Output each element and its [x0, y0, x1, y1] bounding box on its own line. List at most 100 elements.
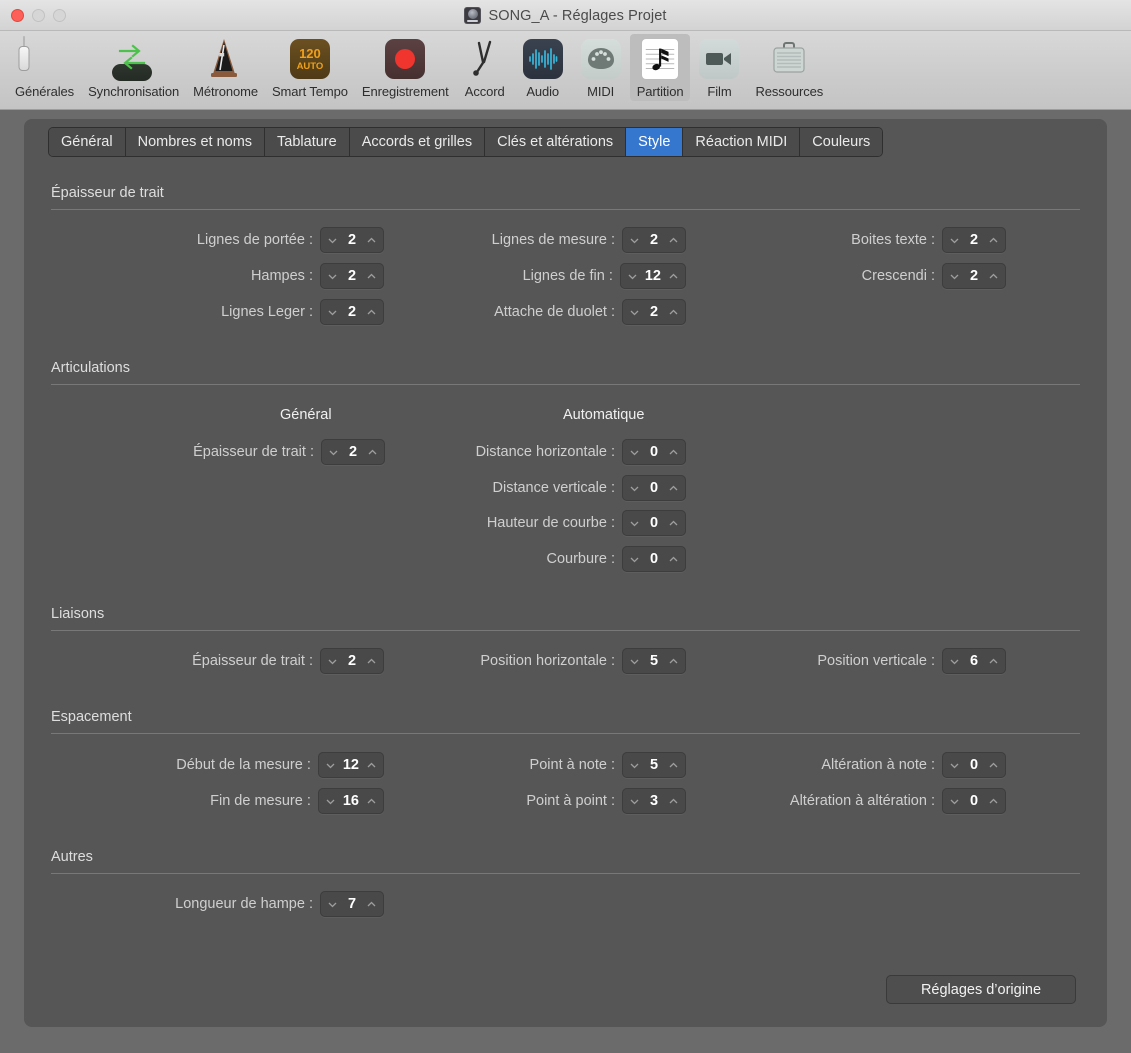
toolbar-item-metronome[interactable]: Métronome [186, 34, 265, 101]
chevron-up-icon[interactable] [366, 271, 377, 282]
tab-couleurs[interactable]: Couleurs [800, 128, 883, 156]
toolbar-item-ressources[interactable]: Ressources [748, 34, 830, 101]
chevron-down-icon[interactable] [949, 235, 960, 246]
chevron-down-icon[interactable] [629, 760, 640, 771]
chevron-down-icon[interactable] [327, 307, 338, 318]
close-button[interactable] [11, 8, 24, 22]
chevron-down-icon[interactable] [629, 483, 640, 494]
toolbar-item-synchronisation[interactable]: Synchronisation [81, 34, 186, 101]
chevron-up-icon[interactable] [366, 760, 377, 771]
stepper-end-lines[interactable]: 12 [619, 263, 686, 289]
stepper-ties-line-thickness[interactable]: 2 [320, 648, 384, 674]
toolbar-label: Film [707, 84, 732, 99]
chevron-up-icon[interactable] [367, 447, 378, 458]
chevron-down-icon[interactable] [325, 760, 336, 771]
minimize-button[interactable] [32, 8, 45, 22]
chevron-down-icon[interactable] [949, 271, 960, 282]
chevron-up-icon[interactable] [668, 518, 679, 529]
chevron-up-icon[interactable] [366, 307, 377, 318]
tab-accords-et-grilles[interactable]: Accords et grilles [349, 128, 486, 156]
stepper-value: 0 [649, 444, 659, 460]
stepper-dot-to-note[interactable]: 5 [622, 752, 686, 778]
stepper-accidental-to-accidental[interactable]: 0 [942, 788, 1006, 814]
chevron-down-icon[interactable] [327, 656, 338, 667]
chevron-down-icon[interactable] [328, 447, 339, 458]
chevron-down-icon[interactable] [327, 235, 338, 246]
chevron-up-icon[interactable] [668, 447, 679, 458]
chevron-down-icon[interactable] [949, 796, 960, 807]
stepper-articulation-line-thickness[interactable]: 2 [321, 439, 385, 465]
chevron-up-icon[interactable] [668, 554, 679, 565]
field-vertical-position: Position verticale : 6 [726, 648, 1006, 674]
chevron-down-icon[interactable] [629, 554, 640, 565]
stepper-ledger-lines[interactable]: 2 [320, 299, 384, 325]
restore-defaults-button[interactable]: Réglages d’origine [886, 975, 1076, 1004]
stepper-bar-end[interactable]: 16 [317, 788, 384, 814]
stepper-horizontal-position[interactable]: 5 [622, 648, 686, 674]
stepper-tuplet-bracket[interactable]: 2 [622, 299, 686, 325]
chevron-down-icon[interactable] [327, 899, 338, 910]
stepper-accidental-to-note[interactable]: 0 [942, 752, 1006, 778]
stepper-curve-height[interactable]: 0 [622, 510, 686, 536]
stepper-bar-lines[interactable]: 2 [622, 227, 686, 253]
stepper-crescendi[interactable]: 2 [942, 263, 1006, 289]
stepper-text-boxes[interactable]: 2 [942, 227, 1006, 253]
chevron-up-icon[interactable] [988, 271, 999, 282]
stepper-stem-length[interactable]: 7 [320, 891, 384, 917]
stepper-stems[interactable]: 2 [320, 263, 384, 289]
chevron-up-icon[interactable] [668, 760, 679, 771]
chevron-up-icon[interactable] [668, 271, 679, 282]
chevron-down-icon[interactable] [327, 271, 338, 282]
stepper-curvature[interactable]: 0 [622, 546, 686, 572]
field-curvature: Courbure : 0 [396, 546, 686, 572]
stepper-dot-to-dot[interactable]: 3 [622, 788, 686, 814]
toolbar-item-audio[interactable]: Audio [514, 34, 572, 101]
chevron-up-icon[interactable] [668, 796, 679, 807]
tab-general[interactable]: Général [49, 128, 126, 156]
chevron-up-icon[interactable] [366, 899, 377, 910]
chevron-down-icon[interactable] [629, 518, 640, 529]
chevron-down-icon[interactable] [949, 656, 960, 667]
chevron-up-icon[interactable] [668, 235, 679, 246]
toolbar-item-partition[interactable]: Partition [629, 34, 691, 101]
tab-cles-et-alterations[interactable]: Clés et altérations [485, 128, 627, 156]
toolbar-item-generales[interactable]: Générales [8, 34, 81, 101]
chevron-down-icon[interactable] [627, 271, 638, 282]
chevron-up-icon[interactable] [988, 656, 999, 667]
chevron-down-icon[interactable] [629, 656, 640, 667]
field-curve-height: Hauteur de courbe : 0 [396, 510, 686, 536]
field-tuplet-bracket: Attache de duolet : 2 [396, 299, 686, 325]
chevron-up-icon[interactable] [366, 656, 377, 667]
chevron-down-icon[interactable] [325, 796, 336, 807]
toolbar-item-midi[interactable]: MIDI [572, 34, 630, 101]
chevron-up-icon[interactable] [988, 760, 999, 771]
tab-reaction-midi[interactable]: Réaction MIDI [683, 128, 801, 156]
chevron-up-icon[interactable] [668, 483, 679, 494]
toolbar-item-accord[interactable]: Accord [456, 34, 514, 101]
chevron-up-icon[interactable] [668, 656, 679, 667]
chevron-down-icon[interactable] [949, 760, 960, 771]
toolbar-item-film[interactable]: Film [690, 34, 748, 101]
stepper-vertical-distance[interactable]: 0 [622, 475, 686, 501]
tuning-fork-icon [463, 37, 507, 82]
tab-nombres-et-noms[interactable]: Nombres et noms [125, 128, 266, 156]
tab-tablature[interactable]: Tablature [265, 128, 350, 156]
stepper-horizontal-distance[interactable]: 0 [622, 439, 686, 465]
zoom-button[interactable] [53, 8, 66, 22]
chevron-up-icon[interactable] [988, 235, 999, 246]
toolbar-item-smart-tempo[interactable]: 120 AUTO Smart Tempo [265, 34, 355, 101]
chevron-up-icon[interactable] [988, 796, 999, 807]
stepper-vertical-position[interactable]: 6 [942, 648, 1006, 674]
chevron-up-icon[interactable] [668, 307, 679, 318]
toolbar-item-enregistrement[interactable]: Enregistrement [355, 34, 456, 101]
stepper-bar-start[interactable]: 12 [317, 752, 384, 778]
chevron-up-icon[interactable] [366, 796, 377, 807]
chevron-down-icon[interactable] [629, 307, 640, 318]
chevron-down-icon[interactable] [629, 447, 640, 458]
chevron-up-icon[interactable] [366, 235, 377, 246]
field-label: Altération à note : [821, 757, 935, 773]
stepper-staff-lines[interactable]: 2 [320, 227, 384, 253]
chevron-down-icon[interactable] [629, 235, 640, 246]
chevron-down-icon[interactable] [629, 796, 640, 807]
tab-style[interactable]: Style [626, 128, 684, 156]
